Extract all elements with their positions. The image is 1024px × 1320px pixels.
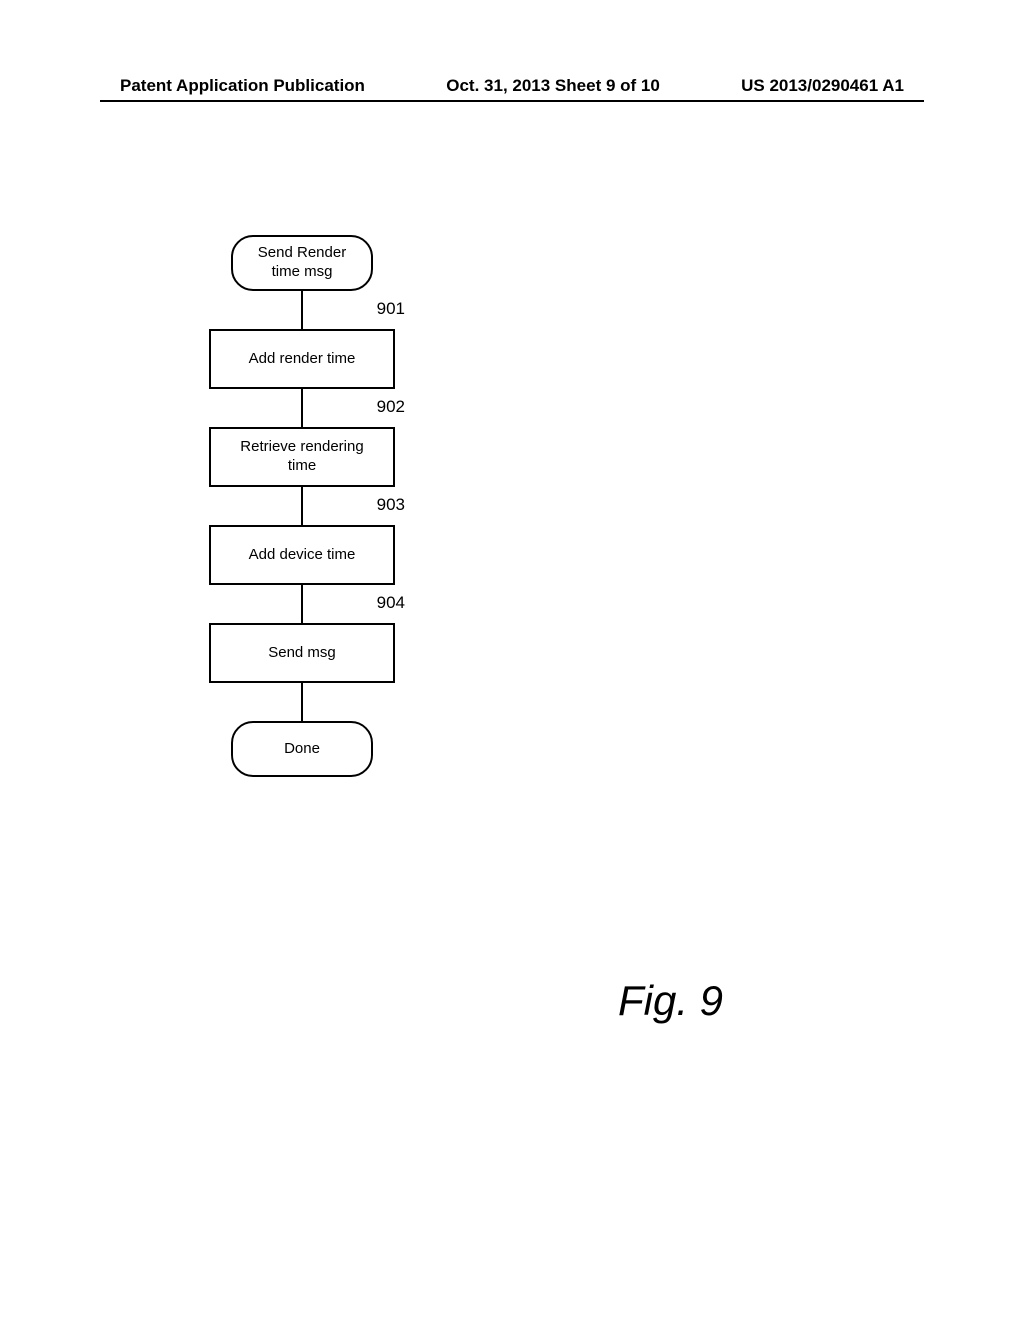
- step-ref: 903: [377, 495, 405, 515]
- process-label: Add render time: [249, 350, 356, 369]
- connector-line: [301, 389, 303, 427]
- flowchart-connector: [209, 683, 395, 721]
- connector-line: [301, 683, 303, 721]
- flowchart-start-terminal: Send Rendertime msg: [231, 235, 373, 291]
- step-ref: 901: [377, 299, 405, 319]
- flowchart-end-label: Done: [284, 740, 320, 759]
- flowchart-start-label: Send Rendertime msg: [258, 244, 346, 282]
- flowchart-connector: 902: [209, 389, 395, 427]
- flowchart-connector: 901: [209, 291, 395, 329]
- header-divider: [100, 100, 924, 102]
- header-publication: Patent Application Publication: [120, 76, 365, 96]
- flowchart-connector: 904: [209, 585, 395, 623]
- flowchart-connector: 903: [209, 487, 395, 525]
- flowchart: Send Rendertime msg 901 Add render time …: [182, 235, 422, 777]
- header-patent-number: US 2013/0290461 A1: [741, 76, 904, 96]
- step-ref: 902: [377, 397, 405, 417]
- process-label: Send msg: [268, 644, 336, 663]
- process-label: Add device time: [249, 546, 356, 565]
- flowchart-process-box: Add render time: [209, 329, 395, 389]
- flowchart-process-box: Send msg: [209, 623, 395, 683]
- connector-line: [301, 291, 303, 329]
- process-label: Retrieve renderingtime: [240, 438, 363, 476]
- step-ref: 904: [377, 593, 405, 613]
- flowchart-end-terminal: Done: [231, 721, 373, 777]
- connector-line: [301, 585, 303, 623]
- connector-line: [301, 487, 303, 525]
- page-header: Patent Application Publication Oct. 31, …: [0, 76, 1024, 96]
- flowchart-process-box: Add device time: [209, 525, 395, 585]
- figure-number-label: Fig. 9: [618, 977, 723, 1025]
- header-sheet-info: Oct. 31, 2013 Sheet 9 of 10: [446, 76, 660, 96]
- flowchart-process-box: Retrieve renderingtime: [209, 427, 395, 487]
